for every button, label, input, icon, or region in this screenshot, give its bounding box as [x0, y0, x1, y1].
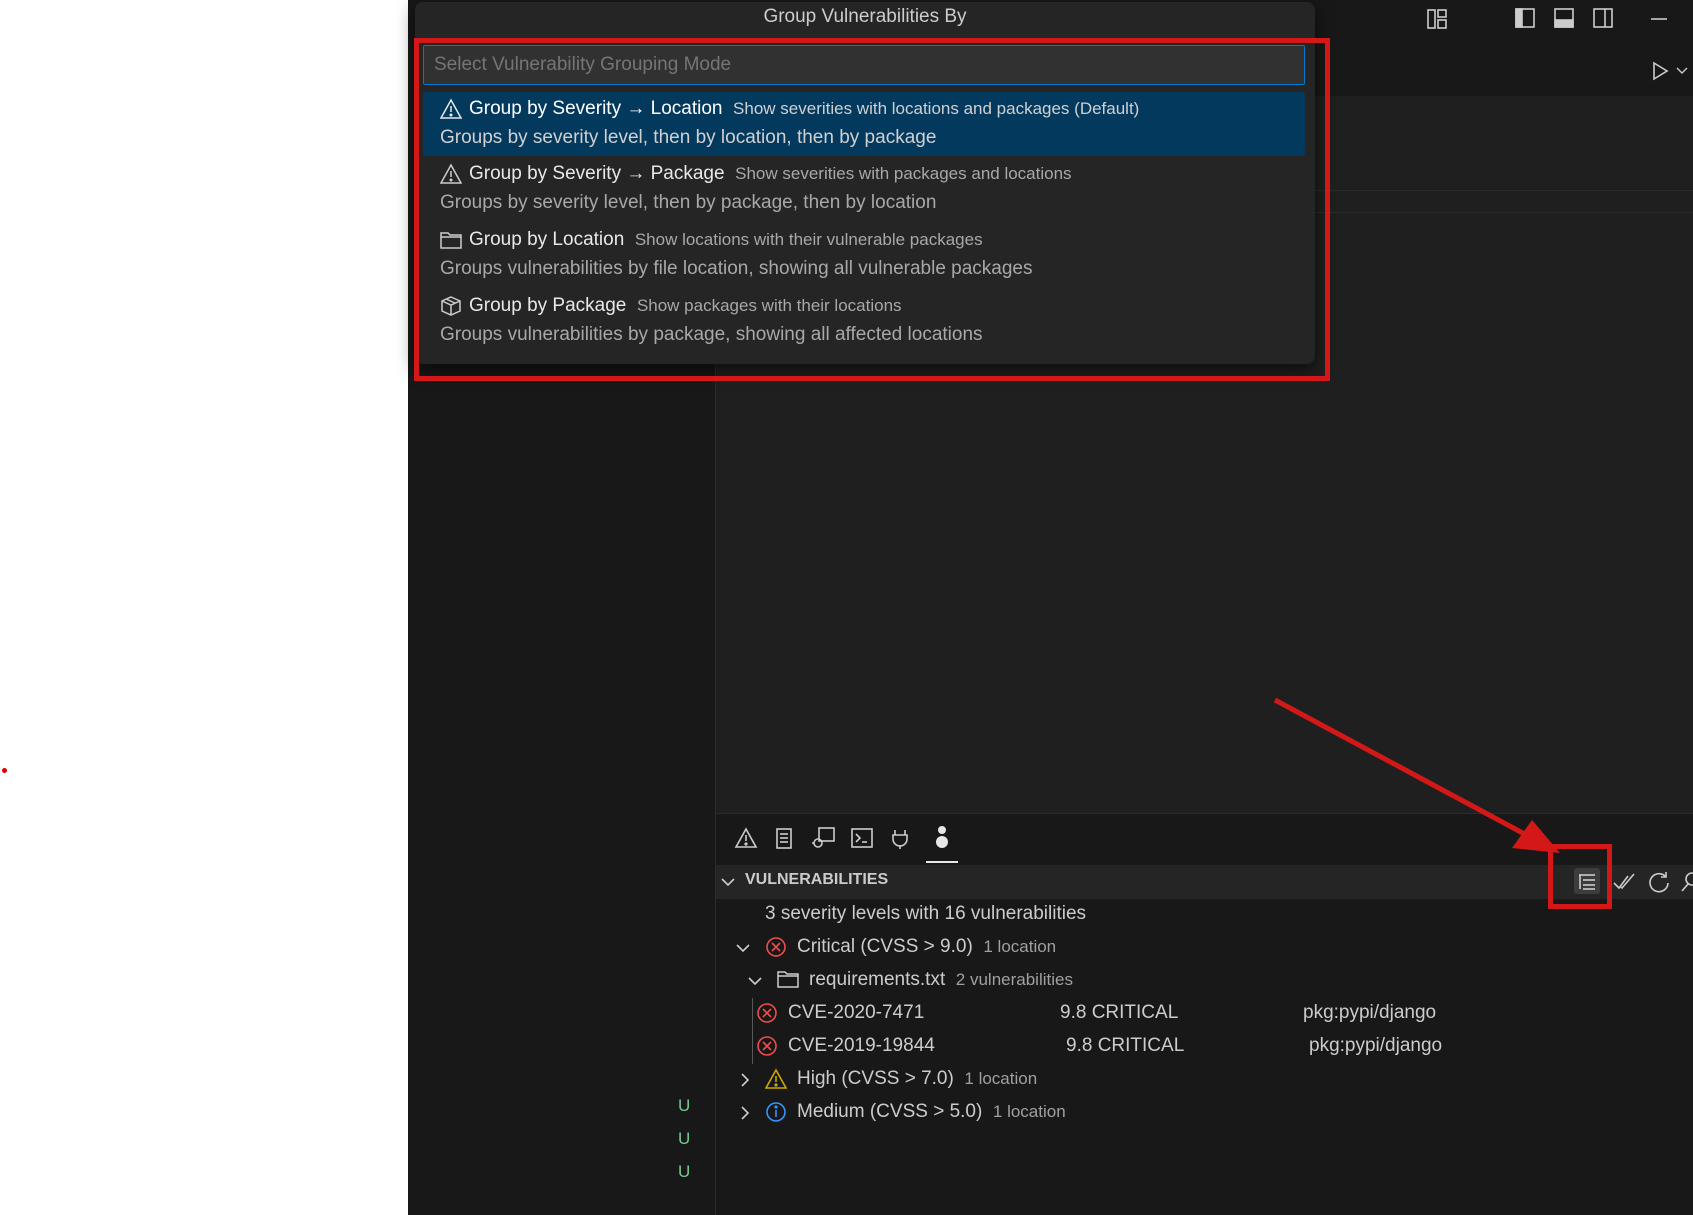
- tree-item-label: Critical (CVSS > 9.0): [797, 936, 973, 957]
- annotation-highlight-box: [414, 38, 1330, 381]
- vuln-package: pkg:pypi/django: [1309, 1035, 1443, 1056]
- tree-item-critical[interactable]: Critical (CVSS > 9.0) 1 location: [797, 936, 1056, 958]
- active-tab-indicator: [926, 861, 958, 863]
- chevron-down-icon[interactable]: [720, 874, 736, 890]
- minimize-icon[interactable]: [1648, 8, 1670, 30]
- vuln-package: pkg:pypi/django: [1303, 1002, 1437, 1023]
- chevron-right-icon[interactable]: [737, 1072, 753, 1088]
- tree-item-high[interactable]: High (CVSS > 7.0) 1 location: [797, 1068, 1037, 1090]
- tree-item-label: High (CVSS > 7.0): [797, 1068, 954, 1089]
- toggle-secondary-sidebar-icon[interactable]: [1592, 7, 1614, 29]
- vuln-id[interactable]: CVE-2019-19844: [788, 1035, 935, 1057]
- toggle-panel-icon[interactable]: [1553, 7, 1575, 29]
- tree-item-label: requirements.txt: [809, 969, 946, 990]
- output-icon[interactable]: [772, 826, 796, 850]
- quick-pick-title: Group Vulnerabilities By: [763, 6, 967, 27]
- error-icon: [757, 1036, 777, 1056]
- tree-item-count: 1 location: [992, 1102, 1066, 1121]
- info-icon: [766, 1102, 786, 1122]
- ports-icon[interactable]: [889, 826, 911, 850]
- vuln-score: 9.8 CRITICAL: [1066, 1035, 1185, 1056]
- check-all-icon[interactable]: [1612, 870, 1636, 894]
- chevron-down-icon[interactable]: [1676, 66, 1688, 76]
- warning-icon: [765, 1068, 787, 1089]
- toggle-primary-sidebar-icon[interactable]: [1514, 7, 1536, 29]
- vuln-score: 9.8 CRITICAL: [1060, 1002, 1179, 1023]
- git-status-untracked: U: [678, 1162, 691, 1181]
- vulnerability-summary: 3 severity levels with 16 vulnerabilitie…: [765, 903, 1087, 924]
- desktop-background: [0, 0, 408, 1215]
- problems-icon[interactable]: [734, 826, 758, 850]
- tree-indent-guide: [752, 998, 753, 1064]
- tree-item-count: 2 vulnerabilities: [955, 970, 1073, 989]
- tree-item-count: 1 location: [983, 937, 1057, 956]
- chevron-right-icon[interactable]: [737, 1105, 753, 1121]
- customize-layout-icon[interactable]: [1426, 8, 1448, 30]
- error-icon: [757, 1003, 777, 1023]
- debug-console-icon[interactable]: [810, 826, 836, 850]
- annotation-dot: [2, 768, 7, 773]
- tree-item-label: Medium (CVSS > 5.0): [797, 1101, 983, 1122]
- terminal-icon[interactable]: [850, 826, 874, 850]
- git-status-untracked: U: [678, 1096, 691, 1115]
- chevron-down-icon[interactable]: [735, 940, 751, 956]
- vuln-id[interactable]: CVE-2020-7471: [788, 1002, 924, 1024]
- run-icon[interactable]: [1650, 60, 1670, 82]
- chevron-down-icon[interactable]: [747, 973, 763, 989]
- tree-item-file[interactable]: requirements.txt 2 vulnerabilities: [809, 969, 1073, 991]
- error-icon: [766, 937, 786, 957]
- annotation-arrow: [1273, 697, 1560, 853]
- tree-item-count: 1 location: [964, 1069, 1038, 1088]
- search-icon[interactable]: [1680, 870, 1693, 894]
- refresh-icon[interactable]: [1647, 870, 1671, 894]
- folder-icon: [777, 971, 799, 988]
- tree-item-medium[interactable]: Medium (CVSS > 5.0) 1 location: [797, 1101, 1066, 1123]
- vulnerabilities-icon[interactable]: [930, 824, 954, 852]
- git-status-untracked: U: [678, 1129, 691, 1148]
- section-title: VULNERABILITIES: [745, 871, 889, 888]
